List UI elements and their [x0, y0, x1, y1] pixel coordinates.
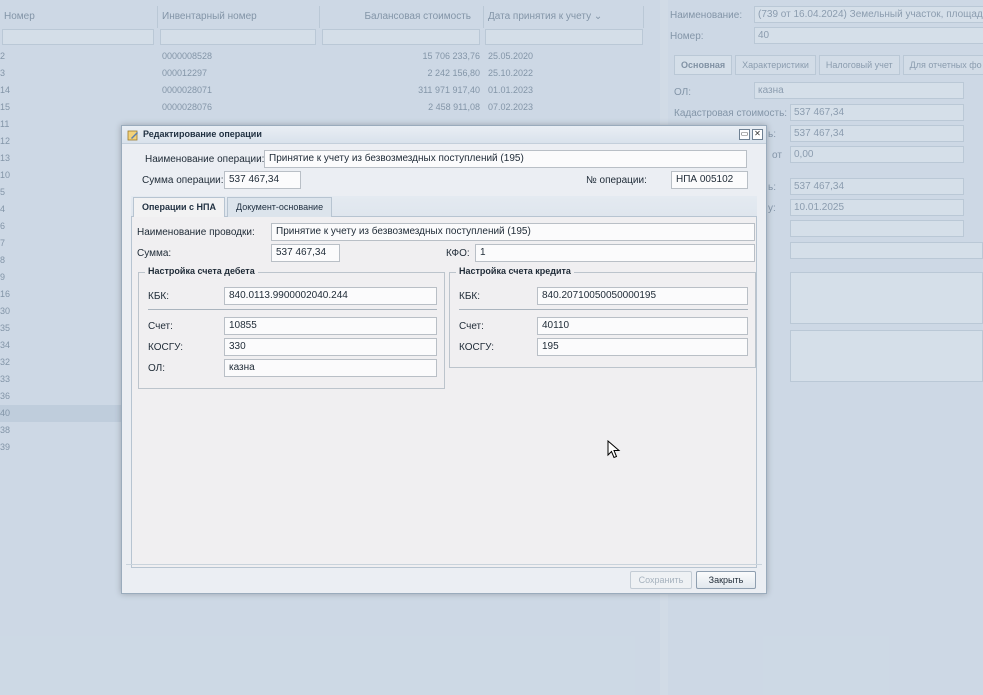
credit-account-label: Счет:	[459, 321, 484, 332]
npa-operations-panel: Наименование проводки: Принятие к учету …	[131, 217, 757, 568]
credit-legend: Настройка счета кредита	[456, 266, 574, 276]
mouse-cursor-icon	[607, 440, 621, 459]
debit-separator	[148, 309, 437, 310]
operation-sum-field[interactable]: 537 467,34	[224, 171, 301, 189]
debit-account-label: Счет:	[148, 321, 173, 332]
dialog-body: Наименование операции: Принятие к учету …	[126, 144, 762, 568]
credit-account-fieldset: Настройка счета кредита КБК: 840.2071005…	[449, 266, 756, 368]
operation-number-field[interactable]: НПА 005102	[671, 171, 748, 189]
sum-label: Сумма:	[137, 248, 172, 259]
sum-field[interactable]: 537 467,34	[271, 244, 340, 262]
posting-name-field[interactable]: Принятие к учету из безвозмездных поступ…	[271, 223, 755, 241]
debit-legend: Настройка счета дебета	[145, 266, 258, 276]
dialog-title: Редактирование операции	[143, 129, 262, 139]
credit-kosgu-label: КОСГУ:	[459, 342, 495, 353]
debit-ol-field[interactable]: казна	[224, 359, 437, 377]
dialog-header[interactable]: Редактирование операции ▭ ✕	[122, 126, 766, 144]
tab-base-document[interactable]: Документ-основание	[227, 197, 333, 217]
close-icon[interactable]: ✕	[752, 129, 763, 140]
maximize-icon[interactable]: ▭	[739, 129, 750, 140]
debit-account-field[interactable]: 10855	[224, 317, 437, 335]
operation-number-label: № операции:	[586, 175, 647, 186]
debit-ol-label: ОЛ:	[148, 363, 166, 374]
kfo-label: КФО:	[446, 248, 470, 259]
kfo-field[interactable]: 1	[475, 244, 755, 262]
debit-kbk-field[interactable]: 840.0113.9900002040.244	[224, 287, 437, 305]
debit-kosgu-label: КОСГУ:	[148, 342, 184, 353]
operation-name-field[interactable]: Принятие к учету из безвозмездных поступ…	[264, 150, 747, 168]
close-button[interactable]: Закрыть	[696, 571, 756, 589]
tab-npa-operations[interactable]: Операции с НПА	[133, 197, 226, 218]
credit-separator	[459, 309, 748, 310]
posting-name-label: Наименование проводки:	[137, 227, 255, 238]
dialog-tabs: Операции с НПА Документ-основание	[131, 196, 757, 218]
save-button[interactable]: Сохранить	[630, 571, 692, 589]
dialog-footer: Сохранить Закрыть	[126, 564, 762, 592]
operation-name-label: Наименование операции:	[145, 154, 265, 165]
edit-operation-dialog: Редактирование операции ▭ ✕ Наименование…	[121, 125, 767, 594]
credit-kosgu-field[interactable]: 195	[537, 338, 748, 356]
credit-kbk-field[interactable]: 840.20710050050000195	[537, 287, 748, 305]
credit-account-field[interactable]: 40110	[537, 317, 748, 335]
debit-kosgu-field[interactable]: 330	[224, 338, 437, 356]
edit-icon	[127, 130, 138, 141]
debit-kbk-label: КБК:	[148, 291, 169, 302]
credit-kbk-label: КБК:	[459, 291, 480, 302]
operation-sum-label: Сумма операции:	[142, 175, 224, 186]
debit-account-fieldset: Настройка счета дебета КБК: 840.0113.990…	[138, 266, 445, 389]
